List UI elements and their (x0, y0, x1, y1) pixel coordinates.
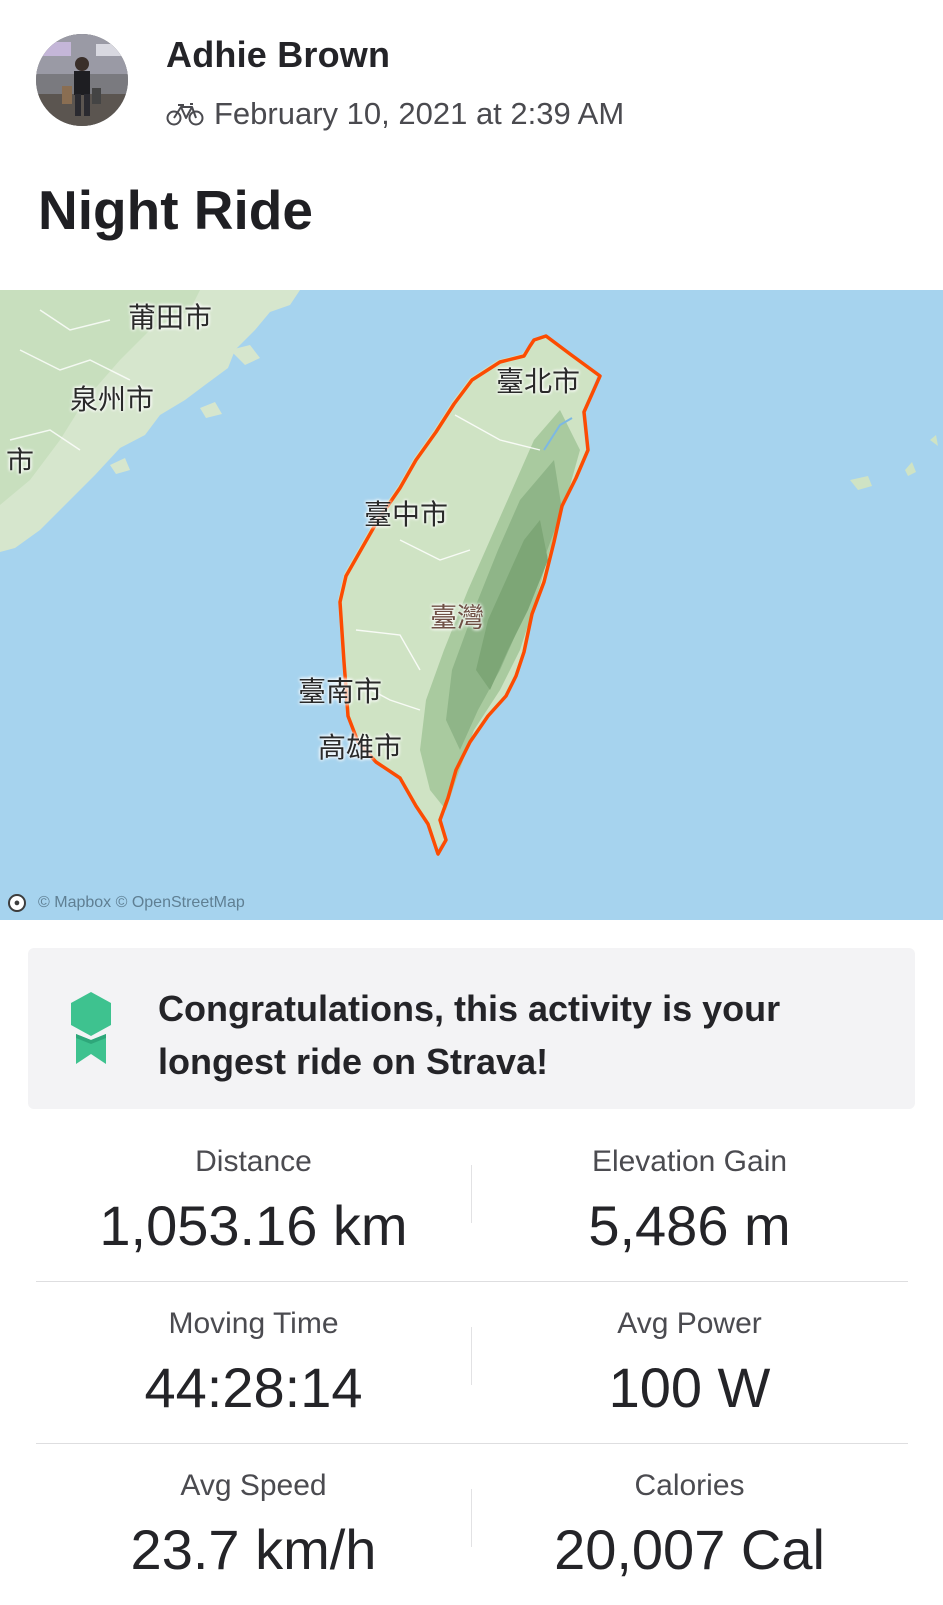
stats-row: Avg Speed 23.7 km/h Calories 20,007 Cal (36, 1444, 908, 1605)
stat-avg-power: Avg Power 100 W (472, 1304, 907, 1426)
map-label-tainan: 臺南市 (298, 675, 383, 708)
stat-calories: Calories 20,007 Cal (472, 1466, 907, 1588)
stat-label: Avg Speed (180, 1469, 327, 1502)
activity-title[interactable]: Night Ride (38, 178, 313, 242)
map-label-city-edge: 市 (6, 445, 35, 478)
stat-label: Moving Time (168, 1307, 339, 1340)
mapbox-logo-icon[interactable]: ● (8, 894, 26, 912)
activity-meta: February 10, 2021 at 2:39 AM (166, 92, 624, 136)
attribution-text: © Mapbox © OpenStreetMap (38, 894, 245, 911)
map-label-taichung: 臺中市 (364, 498, 449, 531)
stat-moving-time: Moving Time 44:28:14 (36, 1304, 471, 1426)
map-label-putian: 莆田市 (128, 301, 213, 334)
map-label-kaohsiung: 高雄市 (318, 731, 403, 764)
stat-avg-speed: Avg Speed 23.7 km/h (36, 1466, 471, 1588)
stat-value: 23.7 km/h (130, 1518, 377, 1581)
avatar-photo (36, 34, 128, 126)
award-ribbon-icon (71, 992, 111, 1064)
stat-value: 44:28:14 (144, 1356, 363, 1419)
achievement-banner: Congratulations, this activity is your l… (28, 948, 915, 1109)
stat-value: 20,007 Cal (554, 1518, 825, 1581)
stat-value: 1,053.16 km (99, 1194, 408, 1257)
activity-date: February 10, 2021 at 2:39 AM (214, 96, 625, 131)
stat-label: Calories (634, 1469, 745, 1502)
stats-row: Moving Time 44:28:14 Avg Power 100 W (36, 1282, 908, 1444)
stats-grid: Distance 1,053.16 km Elevation Gain 5,48… (36, 1120, 908, 1605)
map-attribution[interactable]: ● © Mapbox © OpenStreetMap (8, 894, 245, 912)
stat-elevation-gain: Elevation Gain 5,486 m (472, 1142, 907, 1264)
stat-distance: Distance 1,053.16 km (36, 1142, 471, 1264)
map-label-quanzhou: 泉州市 (70, 383, 155, 416)
stat-label: Distance (195, 1145, 312, 1178)
activity-header: Adhie Brown February 10, 2021 at 2:39 AM (0, 0, 943, 150)
route-map[interactable]: 莆田市 泉州市 市 臺北市 臺中市 臺灣 臺南市 高雄市 ● © Mapbox … (0, 290, 943, 920)
stat-value: 100 W (608, 1356, 771, 1419)
avatar[interactable] (36, 34, 128, 126)
bike-icon (166, 103, 204, 126)
athlete-name[interactable]: Adhie Brown (166, 34, 390, 76)
stats-row: Distance 1,053.16 km Elevation Gain 5,48… (36, 1120, 908, 1282)
map-label-taipei: 臺北市 (496, 365, 581, 398)
map-label-taiwan: 臺灣 (430, 603, 484, 634)
stat-label: Elevation Gain (591, 1145, 788, 1178)
achievement-message: Congratulations, this activity is your l… (158, 988, 781, 1082)
stat-value: 5,486 m (588, 1194, 791, 1257)
stat-label: Avg Power (617, 1307, 762, 1340)
